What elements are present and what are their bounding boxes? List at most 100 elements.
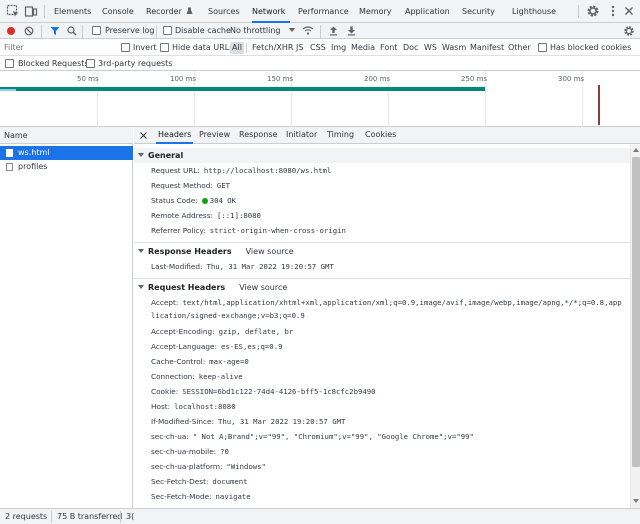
header-key: Remote Address: (151, 211, 213, 220)
request-list-header: Name (0, 127, 133, 144)
detail-scrollbar[interactable] (630, 145, 640, 508)
header-key: Sec-Fetch-Dest: (151, 477, 209, 486)
tab-preview[interactable]: Preview (199, 127, 230, 144)
resources-size: 3( (126, 512, 135, 521)
filter-type-ws[interactable]: WS (424, 42, 437, 54)
tab-console[interactable]: Console (102, 0, 134, 23)
settings-gear-icon[interactable] (586, 4, 600, 18)
export-har-download-icon[interactable] (347, 26, 356, 36)
scroll-down-arrow-icon[interactable] (633, 499, 639, 503)
filter-funnel-icon[interactable] (50, 26, 60, 36)
header-row: Sec-Fetch-Mode: navigate (151, 491, 629, 503)
header-key: sec-ch-ua-platform: (151, 462, 223, 471)
expand-triangle-icon (138, 153, 144, 157)
filter-type-js[interactable]: JS (296, 42, 303, 54)
tab-timing[interactable]: Timing (327, 127, 354, 144)
request-row[interactable]: profiles (0, 160, 133, 174)
header-key: Last-Modified: (151, 262, 203, 271)
tab-headers[interactable]: Headers (156, 127, 194, 144)
filter-type-fetch-xhr[interactable]: Fetch/XHR (252, 42, 293, 54)
scroll-up-arrow-icon[interactable] (633, 148, 639, 152)
header-row: Host: localhost:8080 (151, 401, 629, 413)
overview-tick: 200 ms (364, 75, 391, 83)
close-devtools-icon[interactable] (622, 4, 636, 18)
disable-cache-checkbox[interactable] (163, 26, 172, 35)
header-row: sec-ch-ua: " Not A;Brand";v="99", "Chromi… (151, 431, 629, 443)
header-row: Accept-Encoding: gzip, deflate, br (151, 326, 629, 338)
has-blocked-cookies-checkbox[interactable] (538, 43, 547, 52)
devtools-tab-bar: Elements Console Recorder Sources Networ… (0, 0, 640, 23)
header-value: strict-origin-when-cross-origin (209, 226, 346, 235)
header-key: Request Method: (151, 181, 213, 190)
header-value: gzip, deflate, br (218, 327, 294, 336)
network-conditions-wifi-icon[interactable] (302, 25, 314, 36)
tab-network[interactable]: Network (252, 0, 290, 23)
scrollbar-thumb[interactable] (632, 157, 640, 467)
experiment-flask-icon (186, 7, 193, 14)
close-detail-icon[interactable] (140, 132, 147, 139)
tab-response[interactable]: Response (239, 127, 277, 144)
document-file-icon (6, 163, 13, 171)
device-toolbar-icon[interactable] (24, 4, 38, 18)
response-headers-section-header[interactable]: Response Headers View source (134, 244, 630, 259)
transferred-size: 75 B transferred (57, 512, 123, 521)
header-row: sec-ch-ua-mobile: ?0 (151, 446, 629, 458)
header-row: Cache-Control: max-age=0 (151, 356, 629, 368)
preserve-log-checkbox[interactable] (92, 26, 101, 35)
header-value: text/html,application/xhtml+xml,applicat… (182, 298, 622, 307)
tab-memory[interactable]: Memory (359, 0, 392, 23)
tab-security[interactable]: Security (462, 0, 495, 23)
request-view-source-link[interactable]: View source (239, 283, 287, 292)
blocked-filter-row: Blocked Requests 3rd-party requests (0, 56, 640, 71)
header-value: SESSION=6bd1c122-74d4-4126-bff5-1c8cfc2b… (182, 387, 376, 396)
filter-type-all[interactable]: All (230, 42, 244, 54)
search-icon[interactable] (67, 26, 77, 36)
third-party-requests-checkbox[interactable] (86, 59, 95, 68)
network-settings-gear-icon[interactable] (623, 25, 635, 37)
filter-type-media[interactable]: Media (351, 42, 375, 54)
tab-initiator[interactable]: Initiator (286, 127, 317, 144)
header-key: Sec-Fetch-Mode: (151, 492, 212, 501)
filter-input[interactable] (2, 41, 112, 54)
filter-type-css[interactable]: CSS (310, 42, 326, 54)
request-headers-section-header[interactable]: Request Headers View source (134, 280, 630, 295)
tab-recorder[interactable]: Recorder (146, 0, 193, 23)
header-key: If-Modified-Since: (151, 417, 214, 426)
inspect-element-icon[interactable] (6, 4, 20, 18)
invert-checkbox[interactable] (121, 43, 130, 52)
more-options-icon[interactable] (606, 4, 620, 18)
filter-type-manifest[interactable]: Manifest (470, 42, 504, 54)
chevron-down-icon (289, 28, 296, 32)
record-icon[interactable] (6, 26, 16, 36)
tab-elements[interactable]: Elements (54, 0, 91, 23)
tab-lighthouse[interactable]: Lighthouse (512, 0, 556, 23)
filter-type-font[interactable]: Font (380, 42, 397, 54)
filter-type-other[interactable]: Other (508, 42, 531, 54)
header-value: navigate (215, 492, 251, 501)
filter-type-doc[interactable]: Doc (403, 42, 418, 54)
import-har-upload-icon[interactable] (329, 26, 338, 36)
tab-sources[interactable]: Sources (208, 0, 240, 23)
network-overview-timeline[interactable]: 50 ms 100 ms 150 ms 200 ms 250 ms 300 ms (0, 71, 640, 127)
blocked-requests-checkbox[interactable] (5, 59, 14, 68)
throttling-select[interactable]: No throttling (230, 26, 296, 35)
header-row: Connection: keep-alive (151, 371, 629, 383)
filter-type-img[interactable]: Img (331, 42, 346, 54)
tab-cookies[interactable]: Cookies (365, 127, 396, 144)
header-value: [::1]:8080 (217, 211, 261, 220)
request-name: ws.html (18, 148, 50, 157)
tab-performance[interactable]: Performance (298, 0, 349, 23)
name-column-header[interactable]: Name (4, 131, 28, 140)
tab-application[interactable]: Application (405, 0, 450, 23)
response-view-source-link[interactable]: View source (246, 247, 294, 256)
general-section-header[interactable]: General (134, 148, 630, 163)
clear-icon[interactable] (24, 26, 34, 36)
header-row: Referrer Policy: strict-origin-when-cross… (151, 225, 629, 237)
request-waiting-bar (0, 89, 16, 91)
header-row: If-Modified-Since: Thu, 31 Mar 2022 19:20… (151, 416, 629, 428)
request-count: 2 requests (5, 512, 48, 521)
filter-type-wasm[interactable]: Wasm (442, 42, 466, 54)
request-row[interactable]: ws.html (0, 146, 133, 160)
network-toolbar: Preserve log Disable cache No throttling (0, 23, 640, 39)
hide-data-urls-checkbox[interactable] (160, 43, 169, 52)
